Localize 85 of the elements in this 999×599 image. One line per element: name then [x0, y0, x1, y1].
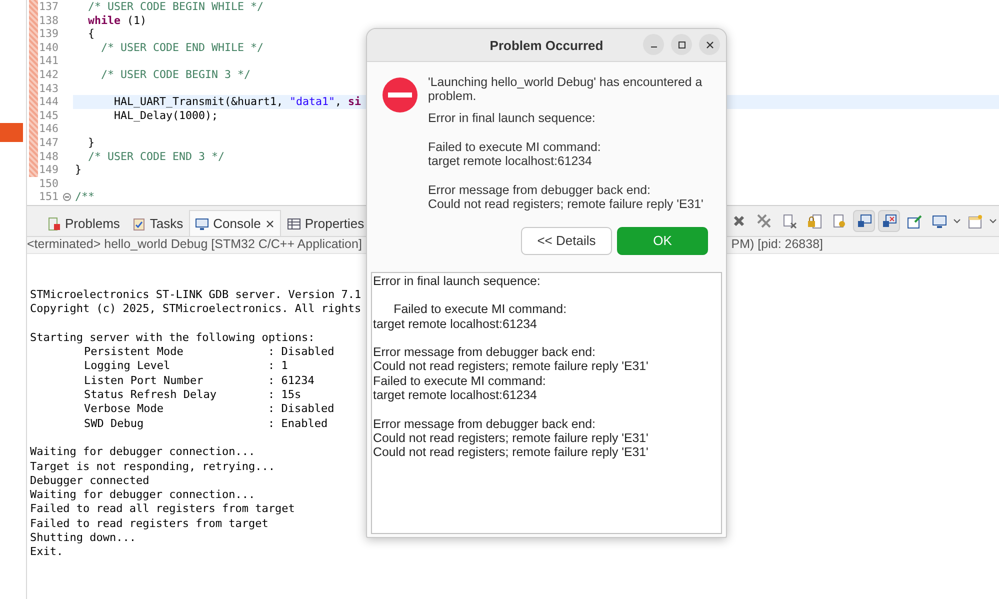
monitor-icon[interactable]	[932, 214, 946, 228]
code-line: while (1)	[87, 14, 147, 27]
error-message: 'Launching hello_world Debug' has encountered a problem.	[428, 75, 704, 104]
sidebar-indicator	[0, 123, 23, 142]
option-name: Verbose Mode	[84, 402, 164, 417]
line-number: 147	[38, 136, 60, 150]
line-number: 143	[38, 82, 60, 96]
square-icon	[678, 40, 686, 48]
document-pin-icon[interactable]	[832, 214, 846, 228]
line-number: 137	[38, 0, 60, 14]
dialog-button[interactable]: << Details	[521, 226, 612, 255]
option-name: Logging Level	[84, 359, 172, 374]
code-line: {	[87, 27, 95, 40]
caret-icon[interactable]	[989, 217, 997, 225]
line-number: 142	[38, 68, 60, 82]
console-line: Waiting for debugger connection...	[30, 488, 256, 502]
option-name: SWD Debug	[84, 416, 145, 431]
details-text: Error in final launch sequence: Failed to execute MI command: target remote localhost:61234 Error message from debugger back end: Could not read registers; remote failure reply 'E31' Failed to execute MI command: target remote localhost:61234 Error message from debugger back end: Could not read registers; remote failure reply 'E31' Could not read registers; remote failure reply 'E31'	[371, 272, 722, 534]
line-number: 150	[38, 176, 60, 190]
new-window-icon[interactable]	[968, 214, 982, 228]
console-line: Target is not responding, retrying...	[30, 460, 276, 474]
code-line: /* USER CODE END WHILE */	[100, 40, 264, 54]
close-icon	[706, 40, 714, 48]
line-number: 149	[38, 163, 60, 177]
line-number: 139	[38, 27, 60, 41]
console-line: Waiting for debugger connection...	[30, 445, 256, 460]
console-remove-icon[interactable]	[882, 214, 896, 228]
console-line: Failed to read all registers from target	[30, 502, 295, 517]
option-name: Status Refresh Delay	[84, 388, 218, 402]
toolbar-button[interactable]	[853, 210, 875, 232]
code-line: HAL_UART_Transmit(&huart1, "data1", si	[113, 95, 362, 108]
problems-icon	[47, 216, 61, 230]
option-value: : Enabled	[268, 416, 328, 431]
dialog-title: Problem Occurred	[490, 38, 604, 52]
line-number: 141	[38, 54, 60, 68]
monitor-icon	[195, 216, 210, 230]
line-number: 145	[38, 108, 60, 122]
clipboard-icon	[132, 216, 146, 230]
console-line: Starting server with the following options:	[30, 330, 315, 346]
console-line: Debugger connected	[30, 474, 150, 488]
error-summary: Error in final launch sequence: Failed to execute MI command: target remote localhost:61234 Error message from debugger back end: Could not read registers; remote failure reply 'E31'	[428, 110, 704, 212]
code-line: }	[75, 163, 82, 176]
console-title: PM) [pid: 26838]	[731, 237, 823, 253]
collapse-icon[interactable]	[63, 193, 71, 202]
option-value: : Disabled	[268, 402, 334, 417]
option-value: : 15s	[268, 388, 302, 402]
line-number: 138	[38, 14, 60, 28]
line-number: 144	[38, 95, 60, 109]
code-line: }	[87, 136, 95, 149]
panel-tab[interactable]: Problems	[41, 210, 126, 236]
code-line: /* USER CODE BEGIN WHILE */	[87, 0, 264, 13]
error-icon	[382, 77, 418, 113]
close-icon[interactable]	[264, 218, 275, 228]
code-line: /* USER CODE BEGIN 3 */	[100, 68, 251, 81]
maximize-button[interactable]	[671, 34, 692, 55]
console-line: Copyright (c) 2025, STMicroelectronics. All rights	[30, 302, 362, 317]
code-line: /* USER CODE END 3 */	[87, 150, 225, 163]
code-line: HAL_Delay(1000);	[113, 108, 218, 122]
line-number: 148	[38, 150, 60, 164]
option-value: : Disabled	[268, 345, 334, 360]
table-icon	[286, 216, 301, 230]
option-name: Listen Port Number	[84, 374, 204, 388]
console-icon[interactable]	[856, 214, 872, 228]
lock-document-icon[interactable]	[806, 214, 822, 228]
pin-window-icon[interactable]	[906, 214, 922, 228]
line-number: 146	[38, 122, 60, 136]
console-line: Exit.	[30, 545, 64, 560]
cross-icon[interactable]	[732, 214, 746, 228]
line-number: 140	[38, 40, 60, 54]
console-line: Shutting down...	[30, 531, 136, 546]
caret-icon[interactable]	[953, 217, 961, 225]
panel-tab[interactable]: Properties	[280, 210, 370, 236]
option-name: Persistent Mode	[84, 345, 184, 360]
line-number: 151	[38, 190, 60, 204]
close-button[interactable]	[699, 34, 720, 55]
toolbar-button[interactable]	[878, 210, 900, 232]
console-line: Failed to read registers from target	[30, 516, 268, 532]
console-title: <terminated> hello_world Debug [STM32 C/C++ Application]	[27, 237, 362, 253]
option-value: : 61234	[268, 374, 314, 388]
console-line: STMicroelectronics ST-LINK GDB server. Version 7.1	[30, 288, 362, 302]
panel-tab[interactable]: Tasks	[126, 210, 190, 236]
option-value: : 1	[268, 359, 288, 374]
panel-tab[interactable]: Console	[189, 210, 281, 236]
document-icon[interactable]	[782, 214, 796, 228]
code-line: /**	[75, 190, 95, 204]
